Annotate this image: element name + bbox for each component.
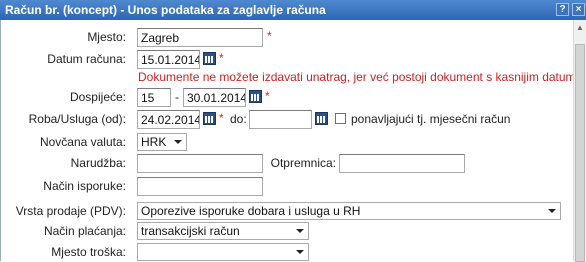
- recurring-checkbox[interactable]: [335, 113, 346, 124]
- vrsta-prodaje-label: Vrsta prodaje (PDV):: [15, 204, 126, 218]
- backdate-warning: Dokumente ne možete izdavati unatrag, je…: [138, 70, 586, 84]
- chevron-down-icon: [296, 229, 304, 233]
- roba-usluga-od-input[interactable]: 24.02.2014: [137, 110, 200, 129]
- scroll-up-icon[interactable]: ▲: [574, 22, 586, 34]
- otpremnica-label: Otpremnica:: [270, 156, 336, 170]
- otpremnica-input[interactable]: [339, 154, 465, 173]
- nacin-placanja-select[interactable]: transakcijski račun: [137, 222, 309, 240]
- dospijece-required-mark: *: [265, 89, 270, 103]
- dospijece-label: Dospijeće:: [69, 90, 126, 104]
- dospijece-date-input[interactable]: 30.01.2014: [183, 88, 246, 107]
- vrsta-prodaje-select-value: Oporezive isporuke dobara i usluga u RH: [141, 204, 361, 218]
- scrollbar-thumb[interactable]: [575, 44, 585, 262]
- roba-usluga-do-label: do:: [230, 112, 247, 126]
- window-titlebar: Račun br. (koncept) - Unos podataka za z…: [0, 0, 586, 20]
- mjesto-required-mark: *: [267, 29, 272, 43]
- vertical-scrollbar[interactable]: ▲: [573, 20, 586, 262]
- dospijece-days-input[interactable]: 15: [137, 88, 171, 107]
- narudzba-label: Narudžba:: [70, 156, 126, 170]
- chevron-down-icon: [174, 140, 182, 144]
- valuta-select[interactable]: HRK: [137, 133, 187, 151]
- nacin-isporuke-label: Način isporuke:: [43, 179, 126, 193]
- roba-usluga-required-mark: *: [219, 111, 224, 125]
- datum-racuna-input[interactable]: 15.01.2014: [137, 50, 200, 69]
- roba-usluga-od-calendar-icon[interactable]: [203, 112, 216, 125]
- roba-usluga-do-calendar-icon[interactable]: [315, 112, 328, 125]
- datum-racuna-label: Datum računa:: [47, 52, 126, 66]
- nacin-placanja-label: Način plaćanja:: [43, 224, 126, 238]
- roba-usluga-do-input[interactable]: [249, 110, 312, 129]
- recurring-checkbox-label: ponavljajući tj. mjesečni račun: [351, 112, 511, 126]
- nacin-isporuke-input[interactable]: [137, 177, 263, 196]
- help-button[interactable]: ?: [556, 3, 569, 16]
- mjesto-input[interactable]: Zagreb: [137, 28, 263, 47]
- mjesto-troska-label: Mjesto troška:: [51, 245, 126, 259]
- mjesto-troska-select[interactable]: [137, 243, 309, 261]
- narudzba-input[interactable]: [137, 154, 263, 173]
- form-content: Mjesto: Zagreb * Datum računa: 15.01.201…: [0, 20, 586, 261]
- datum-racuna-required-mark: *: [219, 51, 224, 65]
- roba-usluga-label: Roba/Usluga (od):: [28, 112, 126, 126]
- valuta-select-value: HRK: [141, 135, 167, 149]
- window-title: Račun br. (koncept) - Unos podataka za z…: [5, 3, 326, 17]
- close-button[interactable]: ×: [572, 3, 585, 16]
- mjesto-label: Mjesto:: [87, 30, 126, 44]
- dospijece-separator: -: [175, 90, 179, 104]
- dospijece-calendar-icon[interactable]: [249, 90, 262, 103]
- datum-racuna-calendar-icon[interactable]: [203, 52, 216, 65]
- nacin-placanja-select-value: transakcijski račun: [141, 224, 240, 238]
- valuta-label: Novčana valuta:: [39, 135, 126, 149]
- vrsta-prodaje-select[interactable]: Oporezive isporuke dobara i usluga u RH: [137, 202, 561, 220]
- chevron-down-icon: [548, 209, 556, 213]
- chevron-down-icon: [296, 250, 304, 254]
